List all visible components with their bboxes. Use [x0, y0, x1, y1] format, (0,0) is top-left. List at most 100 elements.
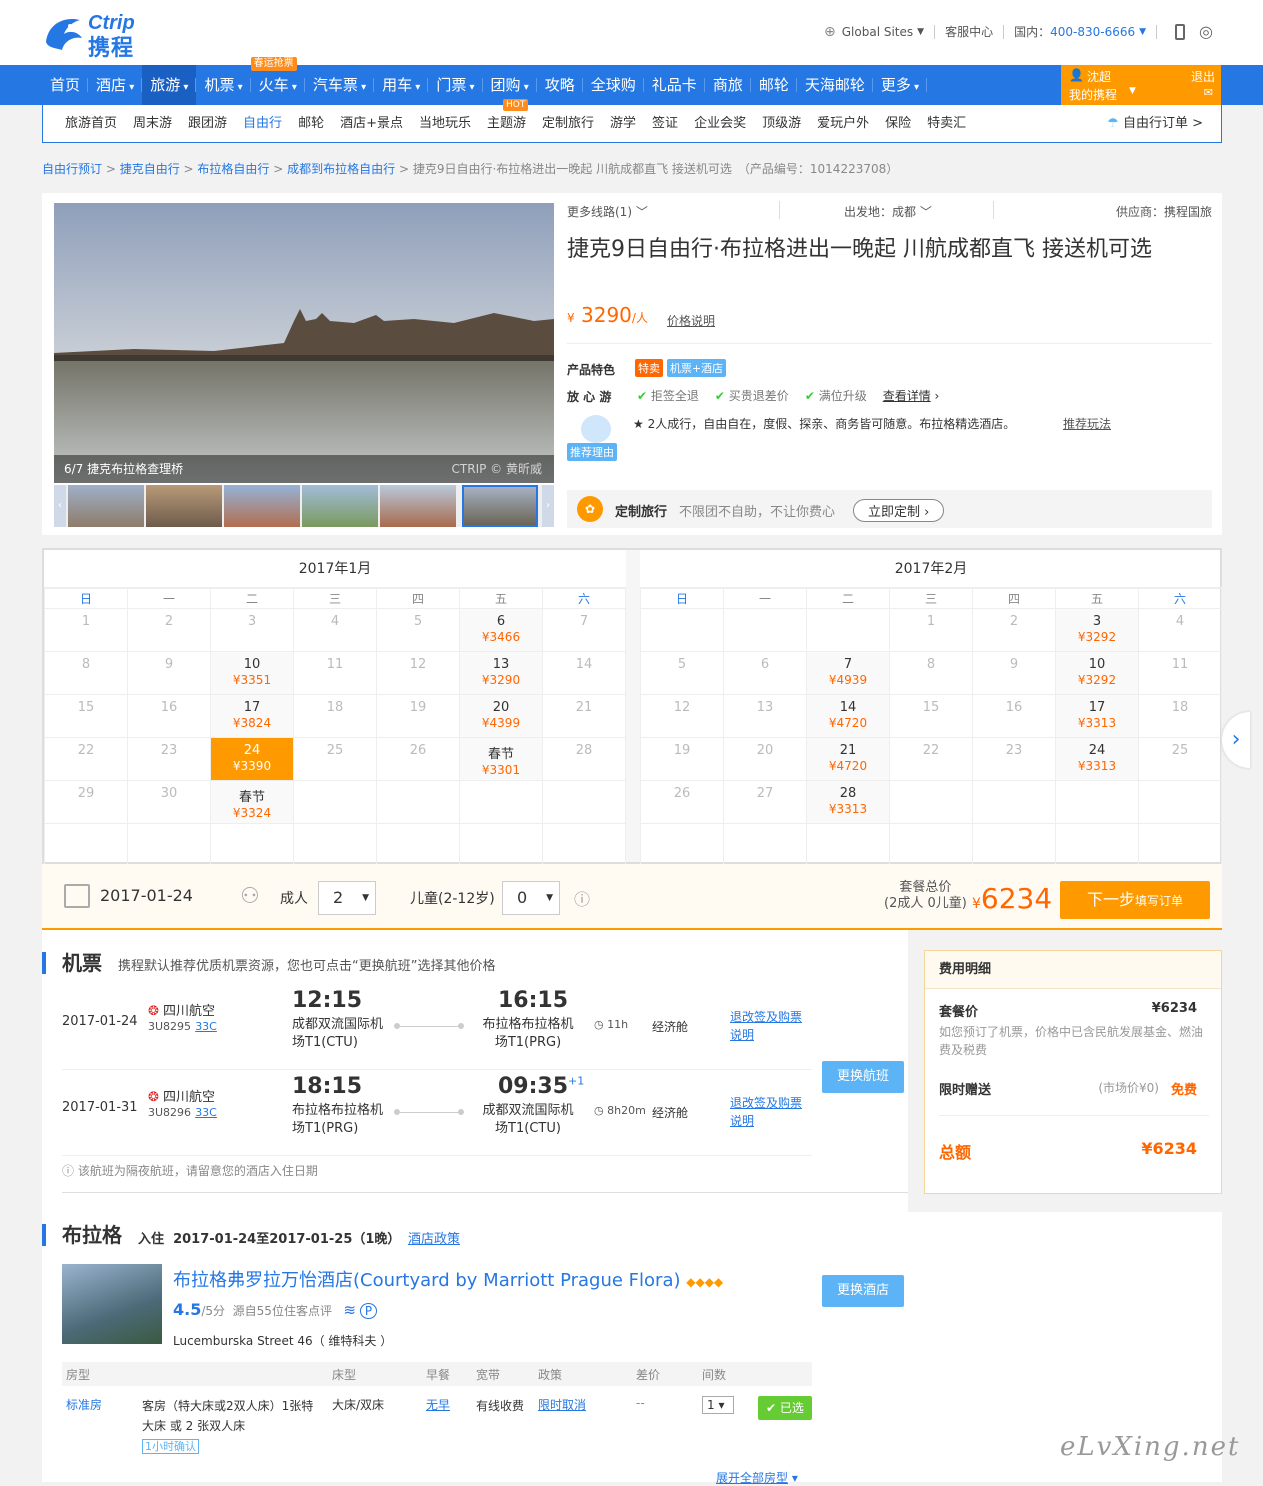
calendar-day[interactable]: 3 ¥3292 — [1055, 608, 1139, 652]
nav-item[interactable]: 酒店 ▾ — [88, 65, 143, 105]
info-icon[interactable]: ⓘ — [574, 886, 590, 910]
orders-link[interactable]: ☂ 自由行订单 > — [1107, 105, 1203, 142]
subnav-item[interactable]: 顶级游 — [754, 105, 809, 142]
nav-item[interactable]: 全球购 — [583, 65, 644, 105]
plane-type-link[interactable]: 33C — [195, 1020, 217, 1033]
departure-dropdown[interactable]: 出发地：成都 ﹀ — [844, 203, 932, 220]
breadcrumb-link[interactable]: 布拉格自由行 — [197, 162, 269, 176]
calendar-day[interactable]: 20 ¥4399 — [459, 694, 543, 738]
room-type[interactable]: 标准房 — [62, 1386, 138, 1467]
refund-rules-link[interactable]: 退改签及购票说明 — [730, 1094, 804, 1130]
my-trip-link[interactable]: 我的携程 — [1069, 86, 1117, 103]
adult-select[interactable]: 2 ▼ — [318, 881, 376, 915]
thumbnail[interactable] — [380, 485, 456, 527]
calendar-day[interactable]: 13 ¥3290 — [459, 651, 543, 695]
expand-rooms-link[interactable]: 展开全部房型 ▾ — [716, 1469, 798, 1486]
change-hotel-button[interactable]: 更换酒店 — [822, 1275, 904, 1307]
chevron-right-icon[interactable]: › — [542, 485, 554, 527]
nav-item[interactable]: 门票 ▾ — [428, 65, 483, 105]
hotel-photo[interactable] — [62, 1264, 162, 1344]
subnav-item[interactable]: 酒店+景点 — [332, 105, 411, 142]
calendar-day[interactable]: 24 ¥3390 — [210, 737, 294, 781]
calendar-day[interactable]: 21 ¥4720 — [806, 737, 890, 781]
more-routes-dropdown[interactable]: 更多线路(1) ﹀ — [567, 203, 648, 220]
cancel-policy[interactable]: 限时取消 — [534, 1386, 632, 1467]
thumbnail[interactable] — [146, 485, 222, 527]
subnav-item[interactable]: 主题游 HOT — [479, 99, 534, 142]
hotel-name[interactable]: 布拉格弗罗拉万怡酒店(Courtyard by Marriott Prague … — [173, 1266, 723, 1292]
nav-item[interactable]: 邮轮 — [751, 65, 797, 105]
calendar-day[interactable]: 6 ¥3466 — [459, 608, 543, 652]
subnav-item[interactable]: 旅游首页 — [57, 105, 125, 142]
nav-item[interactable]: 攻略 — [537, 65, 583, 105]
subnav-item[interactable]: 周末游 — [125, 105, 180, 142]
service-center-link[interactable]: 客服中心 — [945, 23, 993, 40]
plane-type-link[interactable]: 33C — [195, 1106, 217, 1119]
breakfast[interactable]: 无早 — [422, 1386, 472, 1467]
nav-item[interactable]: 首页 — [42, 65, 89, 105]
assure-more-link[interactable]: 查看详情 › — [883, 387, 940, 404]
product-main-image[interactable]: 6/7 捷克布拉格查理桥 CTRIP © 黄昕威 — [54, 203, 554, 483]
logout-link[interactable]: 退出 — [1191, 68, 1215, 85]
user-name[interactable]: 沈超 — [1087, 68, 1111, 85]
subnav-item[interactable]: 当地玩乐 — [411, 105, 479, 142]
ctrip-logo[interactable]: Ctrip 携程 — [42, 10, 162, 61]
nav-item[interactable]: 汽车票 ▾ — [305, 65, 375, 105]
breadcrumb-link[interactable]: 捷克自由行 — [120, 162, 180, 176]
breadcrumb-link[interactable]: 自由行预订 — [42, 162, 102, 176]
subnav-item[interactable]: 签证 — [644, 105, 686, 142]
subnav-item[interactable]: 跟团游 — [180, 105, 235, 142]
refund-rules-link[interactable]: 退改签及购票说明 — [730, 1008, 804, 1044]
thumbnail-active[interactable] — [462, 485, 538, 527]
nav-item[interactable]: 商旅 — [705, 65, 751, 105]
calendar-day[interactable]: 春节 ¥3301 — [459, 737, 543, 781]
calendar-icon[interactable] — [64, 884, 90, 908]
next-step-button[interactable]: 下一步填写订单 — [1060, 881, 1210, 919]
price-note-link[interactable]: 价格说明 — [667, 312, 715, 329]
selected-button[interactable]: ✔ 已选 — [758, 1396, 812, 1420]
subnav-item[interactable]: 企业会奖 — [686, 105, 754, 142]
travel-date[interactable]: 2017-01-24 — [100, 886, 193, 905]
hotel-policy-link[interactable]: 酒店政策 — [408, 1228, 460, 1247]
mobile-icon[interactable] — [1175, 23, 1186, 40]
subnav-item[interactable]: 定制旅行 — [534, 105, 602, 142]
nav-item[interactable]: 礼品卡 — [644, 65, 705, 105]
child-select[interactable]: 0 ▼ — [502, 881, 560, 915]
thumbnail[interactable] — [68, 485, 144, 527]
calendar-day[interactable]: 10 ¥3292 — [1055, 651, 1139, 695]
nav-item[interactable]: 更多 ▾ — [873, 65, 928, 105]
custom-now-button[interactable]: 立即定制 › — [853, 499, 945, 522]
thumbnail[interactable] — [302, 485, 378, 527]
subnav-item[interactable]: 游学 — [602, 105, 644, 142]
calendar-day[interactable]: 17 ¥3824 — [210, 694, 294, 738]
nav-item[interactable]: 机票 ▾ — [196, 65, 251, 105]
nav-item[interactable]: 天海邮轮 — [797, 65, 873, 105]
calendar-next-arrow[interactable]: › — [1222, 712, 1250, 768]
calendar-day[interactable]: 28 ¥3313 — [806, 780, 890, 824]
thumbnail[interactable] — [224, 485, 300, 527]
hotline[interactable]: 国内：400-830-6666 — [1014, 23, 1135, 40]
subnav-item[interactable]: 保险 — [877, 105, 919, 142]
mail-icon[interactable]: ✉ — [1204, 86, 1213, 99]
breadcrumb-link[interactable]: 成都到布拉格自由行 — [287, 162, 395, 176]
nav-item[interactable]: 旅游 ▾ — [142, 65, 197, 105]
calendar-day[interactable]: 24 ¥3313 — [1055, 737, 1139, 781]
global-sites-link[interactable]: Global Sites — [842, 25, 913, 39]
recommend-play-link[interactable]: 推荐玩法 — [1063, 415, 1111, 432]
subnav-item[interactable]: 自由行 — [235, 105, 290, 142]
calendar-day[interactable]: 10 ¥3351 — [210, 651, 294, 695]
nav-item[interactable]: 火车 ▾ 春运抢票 — [250, 57, 306, 105]
nav-item[interactable]: 用车 ▾ — [374, 65, 429, 105]
subnav-item[interactable]: 邮轮 — [290, 105, 332, 142]
calendar-day[interactable]: 7 ¥4939 — [806, 651, 890, 695]
wechat-icon[interactable]: ◎ — [1199, 22, 1213, 41]
calendar-day[interactable]: 17 ¥3313 — [1055, 694, 1139, 738]
room-count-select[interactable]: 1 ▾ — [702, 1396, 734, 1414]
calendar-day[interactable]: 春节 ¥3324 — [210, 780, 294, 824]
change-flight-button[interactable]: 更换航班 — [822, 1061, 904, 1093]
chevron-left-icon[interactable]: ‹ — [54, 485, 66, 527]
calendar-day[interactable]: 14 ¥4720 — [806, 694, 890, 738]
subnav-item[interactable]: 爱玩户外 — [809, 105, 877, 142]
user-box[interactable]: 👤 沈超 我的携程 ▼ 退出 ✉ — [1061, 65, 1221, 105]
subnav-item[interactable]: 特卖汇 — [919, 105, 974, 142]
